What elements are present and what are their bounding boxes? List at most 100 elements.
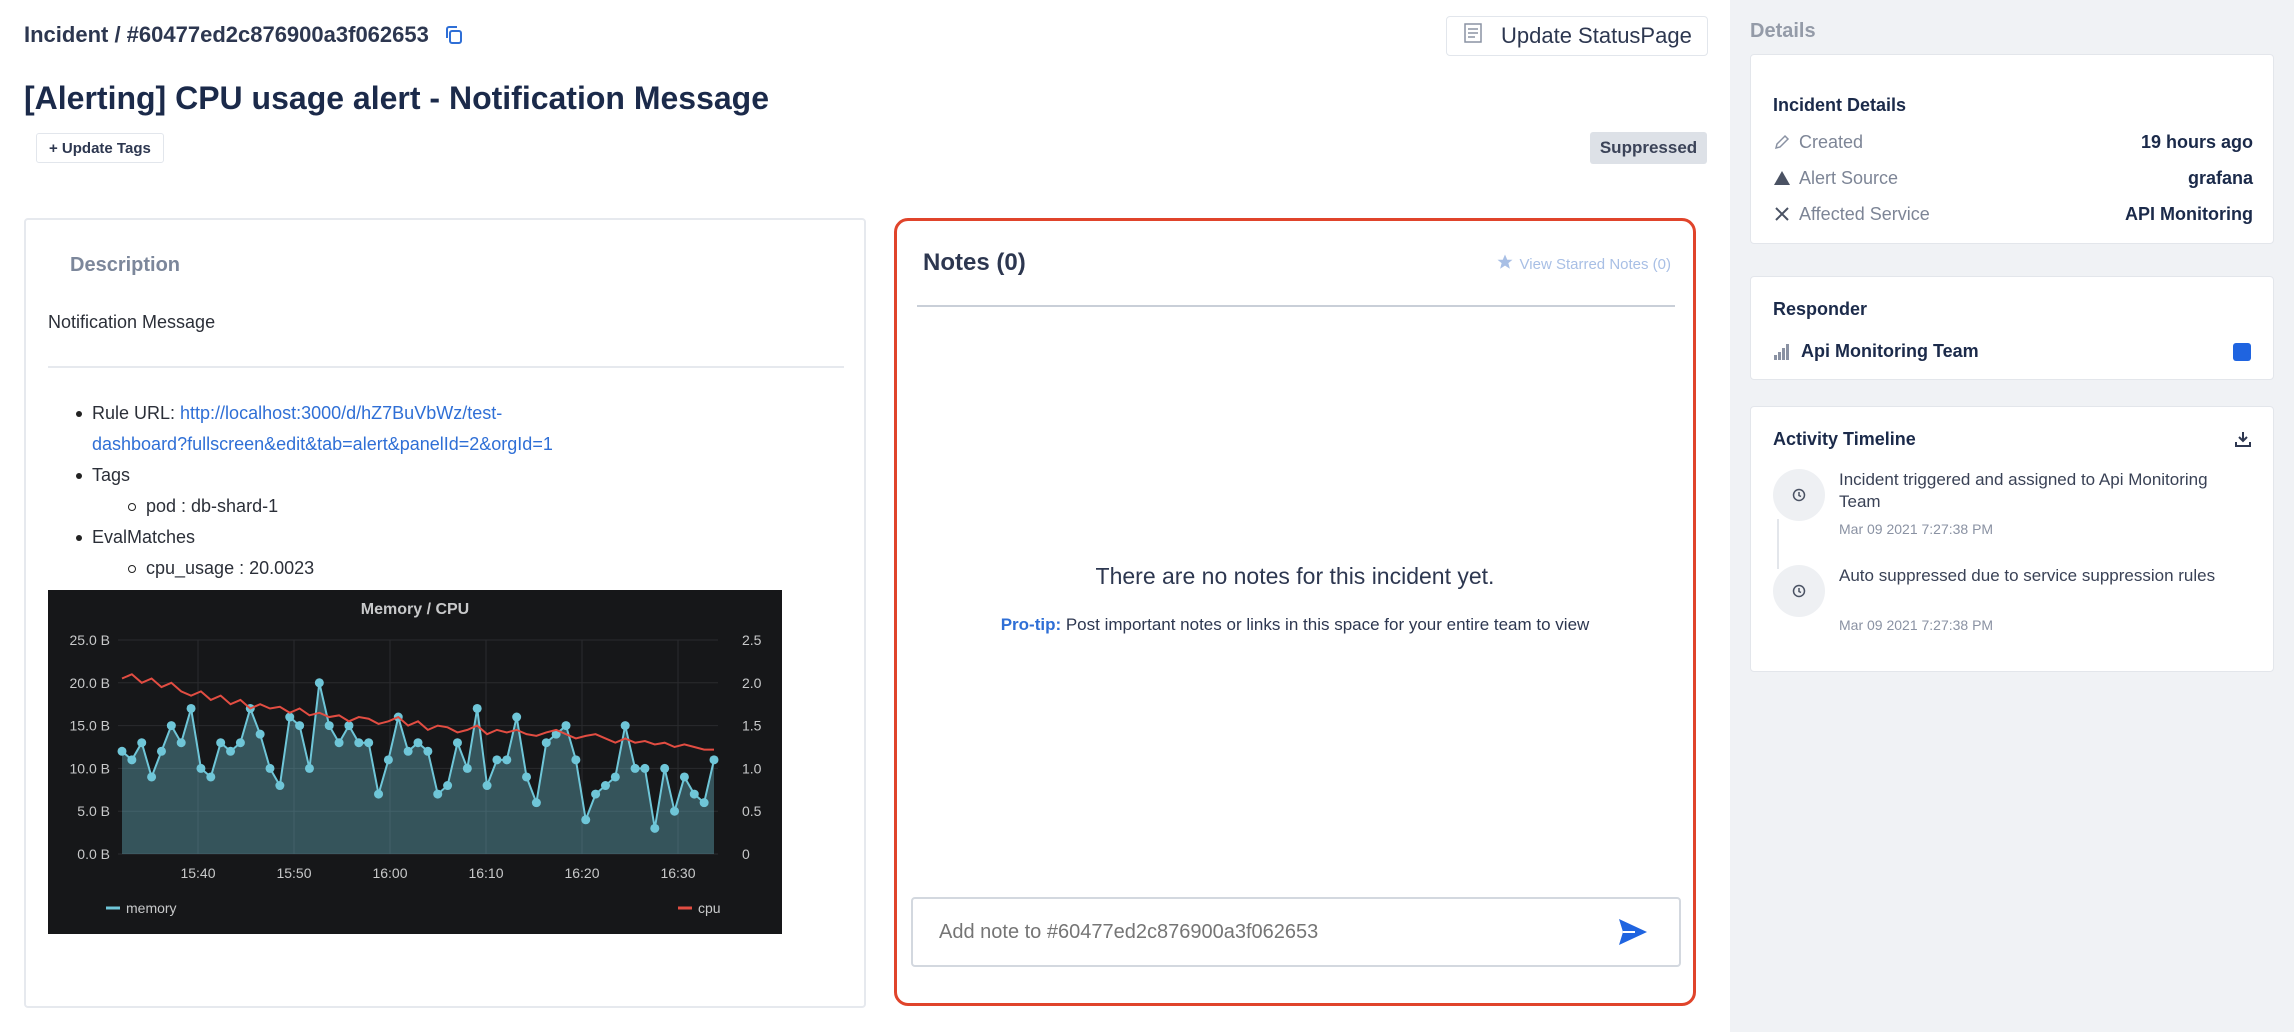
x-tick-label: 15:50 (276, 865, 311, 881)
y-left-tick-label: 25.0 B (70, 632, 110, 648)
timeline-time: Mar 09 2021 7:27:38 PM (1839, 521, 1994, 537)
memory-point (295, 721, 305, 731)
memory-point (482, 781, 492, 791)
memory-point (206, 772, 216, 782)
legend-label-cpu: cpu (698, 900, 721, 916)
memory-point (226, 746, 236, 756)
affected-service-value: API Monitoring (2125, 203, 2253, 224)
y-left-tick-label: 10.0 B (70, 760, 110, 776)
memory-point (640, 763, 650, 773)
update-statuspage-button[interactable]: Update StatusPage (1446, 16, 1708, 56)
details-sidebar: Details Incident Details Created 19 hour… (1730, 0, 2294, 1032)
update-tags-button[interactable]: + Update Tags (36, 133, 164, 163)
memory-point (600, 781, 610, 791)
memory-point (660, 763, 670, 773)
memory-point (147, 772, 157, 782)
send-note-button[interactable] (1617, 917, 1649, 947)
memory-point (452, 738, 462, 748)
list-item-tag: pod : db-shard-1 (76, 491, 636, 522)
notes-title: Notes (0) (923, 249, 1026, 276)
memory-point (314, 678, 324, 688)
x-tick-label: 16:10 (468, 865, 503, 881)
memory-point (699, 798, 709, 808)
x-tick-label: 16:30 (660, 865, 695, 881)
responder-panel: Responder Api Monitoring Team (1750, 276, 2274, 380)
timeline-text: Incident triggered and assigned to Api M… (1839, 470, 2208, 511)
memory-point (166, 721, 176, 731)
star-icon (1496, 253, 1514, 275)
memory-point (334, 738, 344, 748)
description-subtitle: Notification Message (48, 312, 216, 332)
pencil-icon (1773, 133, 1791, 151)
responder-team[interactable]: Api Monitoring Team (1773, 341, 1979, 362)
memory-point (630, 763, 640, 773)
memory-point (531, 798, 541, 808)
chart-title: Memory / CPU (361, 601, 469, 618)
warning-triangle-icon (1773, 169, 1791, 187)
memory-point (462, 763, 472, 773)
list-item-rule-url: Rule URL: http://localhost:3000/d/hZ7BuV… (76, 398, 636, 460)
memory-point (285, 712, 295, 722)
statuspage-icon (1463, 22, 1483, 50)
team-color-swatch (2233, 343, 2251, 361)
view-starred-label: View Starred Notes (0) (1519, 255, 1671, 273)
memory-point (610, 772, 620, 782)
memory-point (620, 721, 630, 731)
memory-point (541, 738, 551, 748)
send-icon (1619, 919, 1647, 945)
memory-point (265, 763, 275, 773)
memory-point (374, 789, 384, 799)
memory-point (571, 755, 581, 765)
alert-source-value: grafana (2187, 167, 2253, 188)
protip-text: Post important notes or links in this sp… (1061, 615, 1590, 634)
memory-point (650, 823, 660, 833)
memory-point (512, 712, 522, 722)
activity-timeline-title: Activity Timeline (1773, 429, 1916, 449)
add-note-input[interactable] (911, 897, 1681, 967)
memory-point (364, 738, 374, 748)
memory-point (472, 703, 482, 713)
notes-card: Notes (0) View Starred Notes (0) There a… (894, 218, 1696, 1006)
copy-icon[interactable] (443, 24, 465, 46)
memory-point (689, 789, 699, 799)
activity-timeline-panel: Activity Timeline Incident triggered and… (1750, 406, 2274, 672)
timeline-connector (1777, 519, 1779, 569)
detail-row-created: Created 19 hours ago (1773, 129, 2253, 155)
memory-point (117, 746, 127, 756)
empty-notes-message: There are no notes for this incident yet… (1095, 563, 1495, 589)
timeline-text: Auto suppressed due to service suppressi… (1839, 566, 2216, 585)
memory-point (443, 781, 453, 791)
memory-point (304, 763, 314, 773)
memory-point (127, 755, 137, 765)
memory-point (354, 738, 364, 748)
memory-point (423, 746, 433, 756)
update-statuspage-label: Update StatusPage (1501, 23, 1692, 48)
memory-point (324, 721, 334, 731)
description-heading: Description (70, 254, 181, 276)
legend-label-memory: memory (126, 900, 177, 916)
history-icon (1773, 565, 1825, 617)
tag-item: pod : db-shard-1 (146, 496, 279, 516)
breadcrumb: Incident / #60477ed2c876900a3f062653 (24, 22, 465, 48)
timeline-time: Mar 09 2021 7:27:38 PM (1839, 617, 1994, 633)
view-starred-notes-link[interactable]: View Starred Notes (0) (1496, 253, 1671, 275)
memory-point (581, 815, 591, 825)
y-right-tick-label: 1.5 (742, 718, 762, 734)
memory-point (591, 789, 601, 799)
memory-point (502, 755, 512, 765)
download-icon[interactable] (2233, 429, 2253, 449)
y-right-tick-label: 2.0 (742, 675, 762, 691)
x-tick-label: 15:40 (180, 865, 215, 881)
breadcrumb-text: Incident / #60477ed2c876900a3f062653 (24, 22, 429, 47)
memory-point (413, 738, 423, 748)
memory-point (344, 721, 354, 731)
memory-point (492, 755, 502, 765)
detail-row-affected-service: Affected Service API Monitoring (1773, 201, 2253, 227)
evalmatches-label: EvalMatches (92, 527, 196, 547)
y-left-tick-label: 0.0 B (77, 846, 110, 862)
team-bars-icon (1773, 343, 1791, 361)
created-value: 19 hours ago (2140, 131, 2253, 152)
x-tick-label: 16:00 (372, 865, 407, 881)
y-right-tick-label: 1.0 (742, 760, 762, 776)
status-badge: Suppressed (1590, 132, 1707, 164)
